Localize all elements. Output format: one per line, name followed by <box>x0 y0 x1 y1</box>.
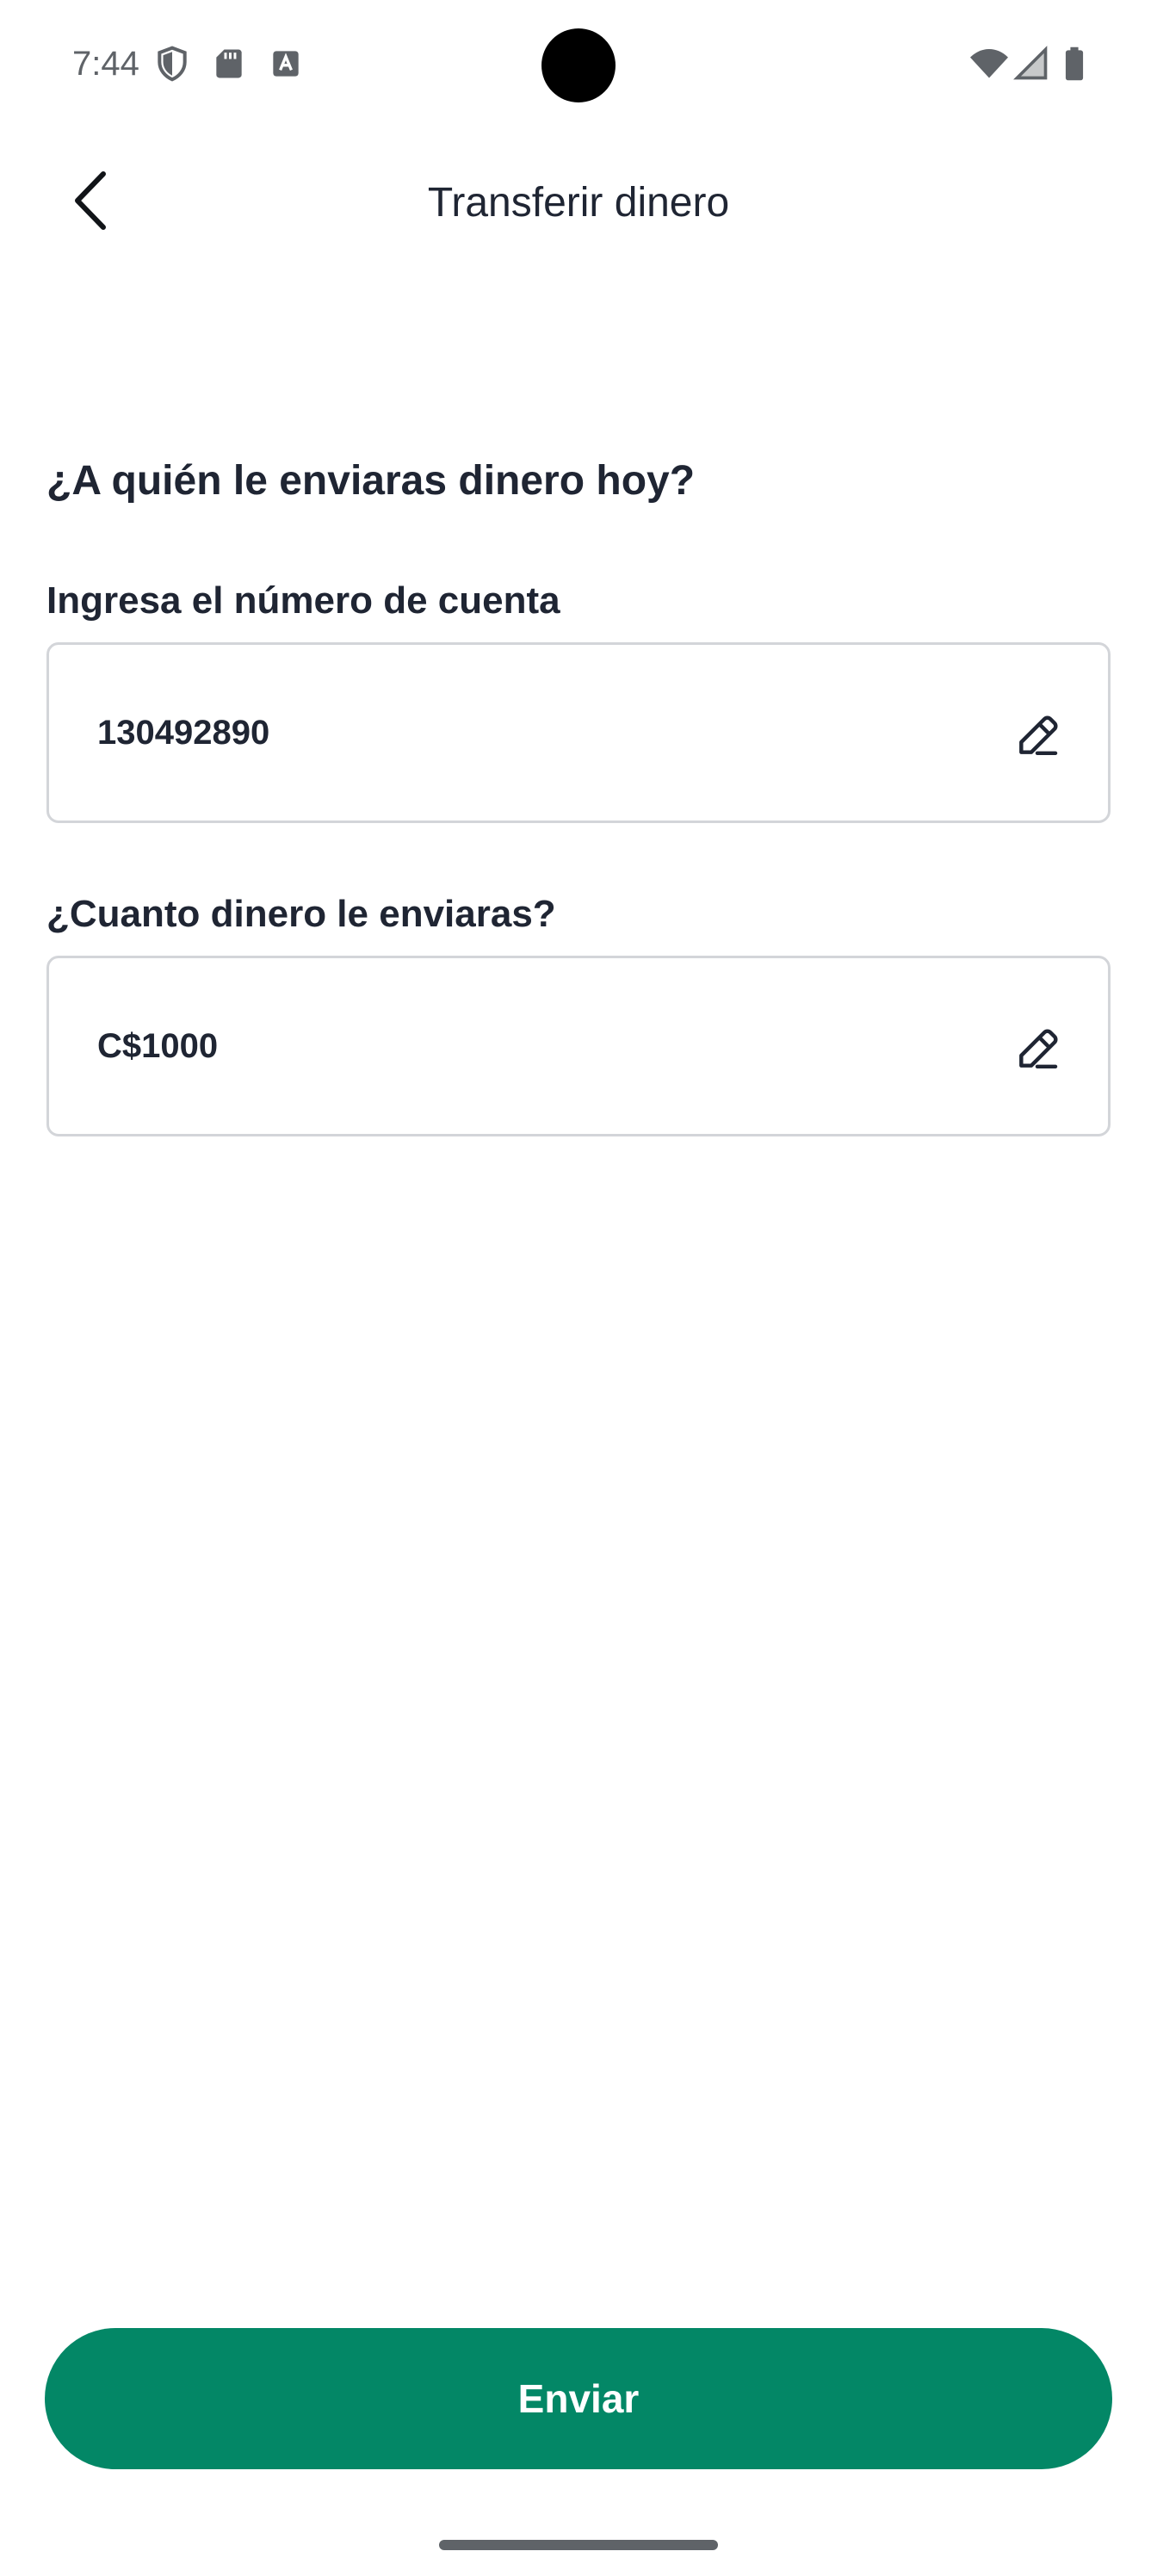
page-title: Transferir dinero <box>427 180 730 226</box>
send-button[interactable]: Enviar <box>45 2328 1112 2469</box>
home-indicator[interactable] <box>439 2540 718 2550</box>
account-number-label: Ingresa el número de cuenta <box>46 579 560 622</box>
amount-label: ¿Cuanto dinero le enviaras? <box>46 893 556 935</box>
question-heading: ¿A quién le enviaras dinero hoy? <box>46 458 696 504</box>
battery-icon <box>1055 45 1093 83</box>
account-number-value: 130492890 <box>97 714 270 752</box>
status-time: 7:44 <box>72 45 139 83</box>
amount-value: C$1000 <box>97 1027 219 1065</box>
amount-field[interactable]: C$1000 <box>46 956 1111 1136</box>
camera-cutout <box>541 28 616 102</box>
account-number-field[interactable]: 130492890 <box>46 642 1111 823</box>
status-bar: 7:44 <box>0 0 1157 129</box>
keyboard-a-icon <box>267 45 305 83</box>
wifi-icon <box>968 45 1011 83</box>
shield-icon <box>153 45 191 83</box>
pencil-icon[interactable] <box>1013 712 1061 760</box>
sd-card-icon <box>210 45 248 83</box>
pencil-icon[interactable] <box>1013 1025 1061 1074</box>
signal-icon <box>1012 45 1050 83</box>
